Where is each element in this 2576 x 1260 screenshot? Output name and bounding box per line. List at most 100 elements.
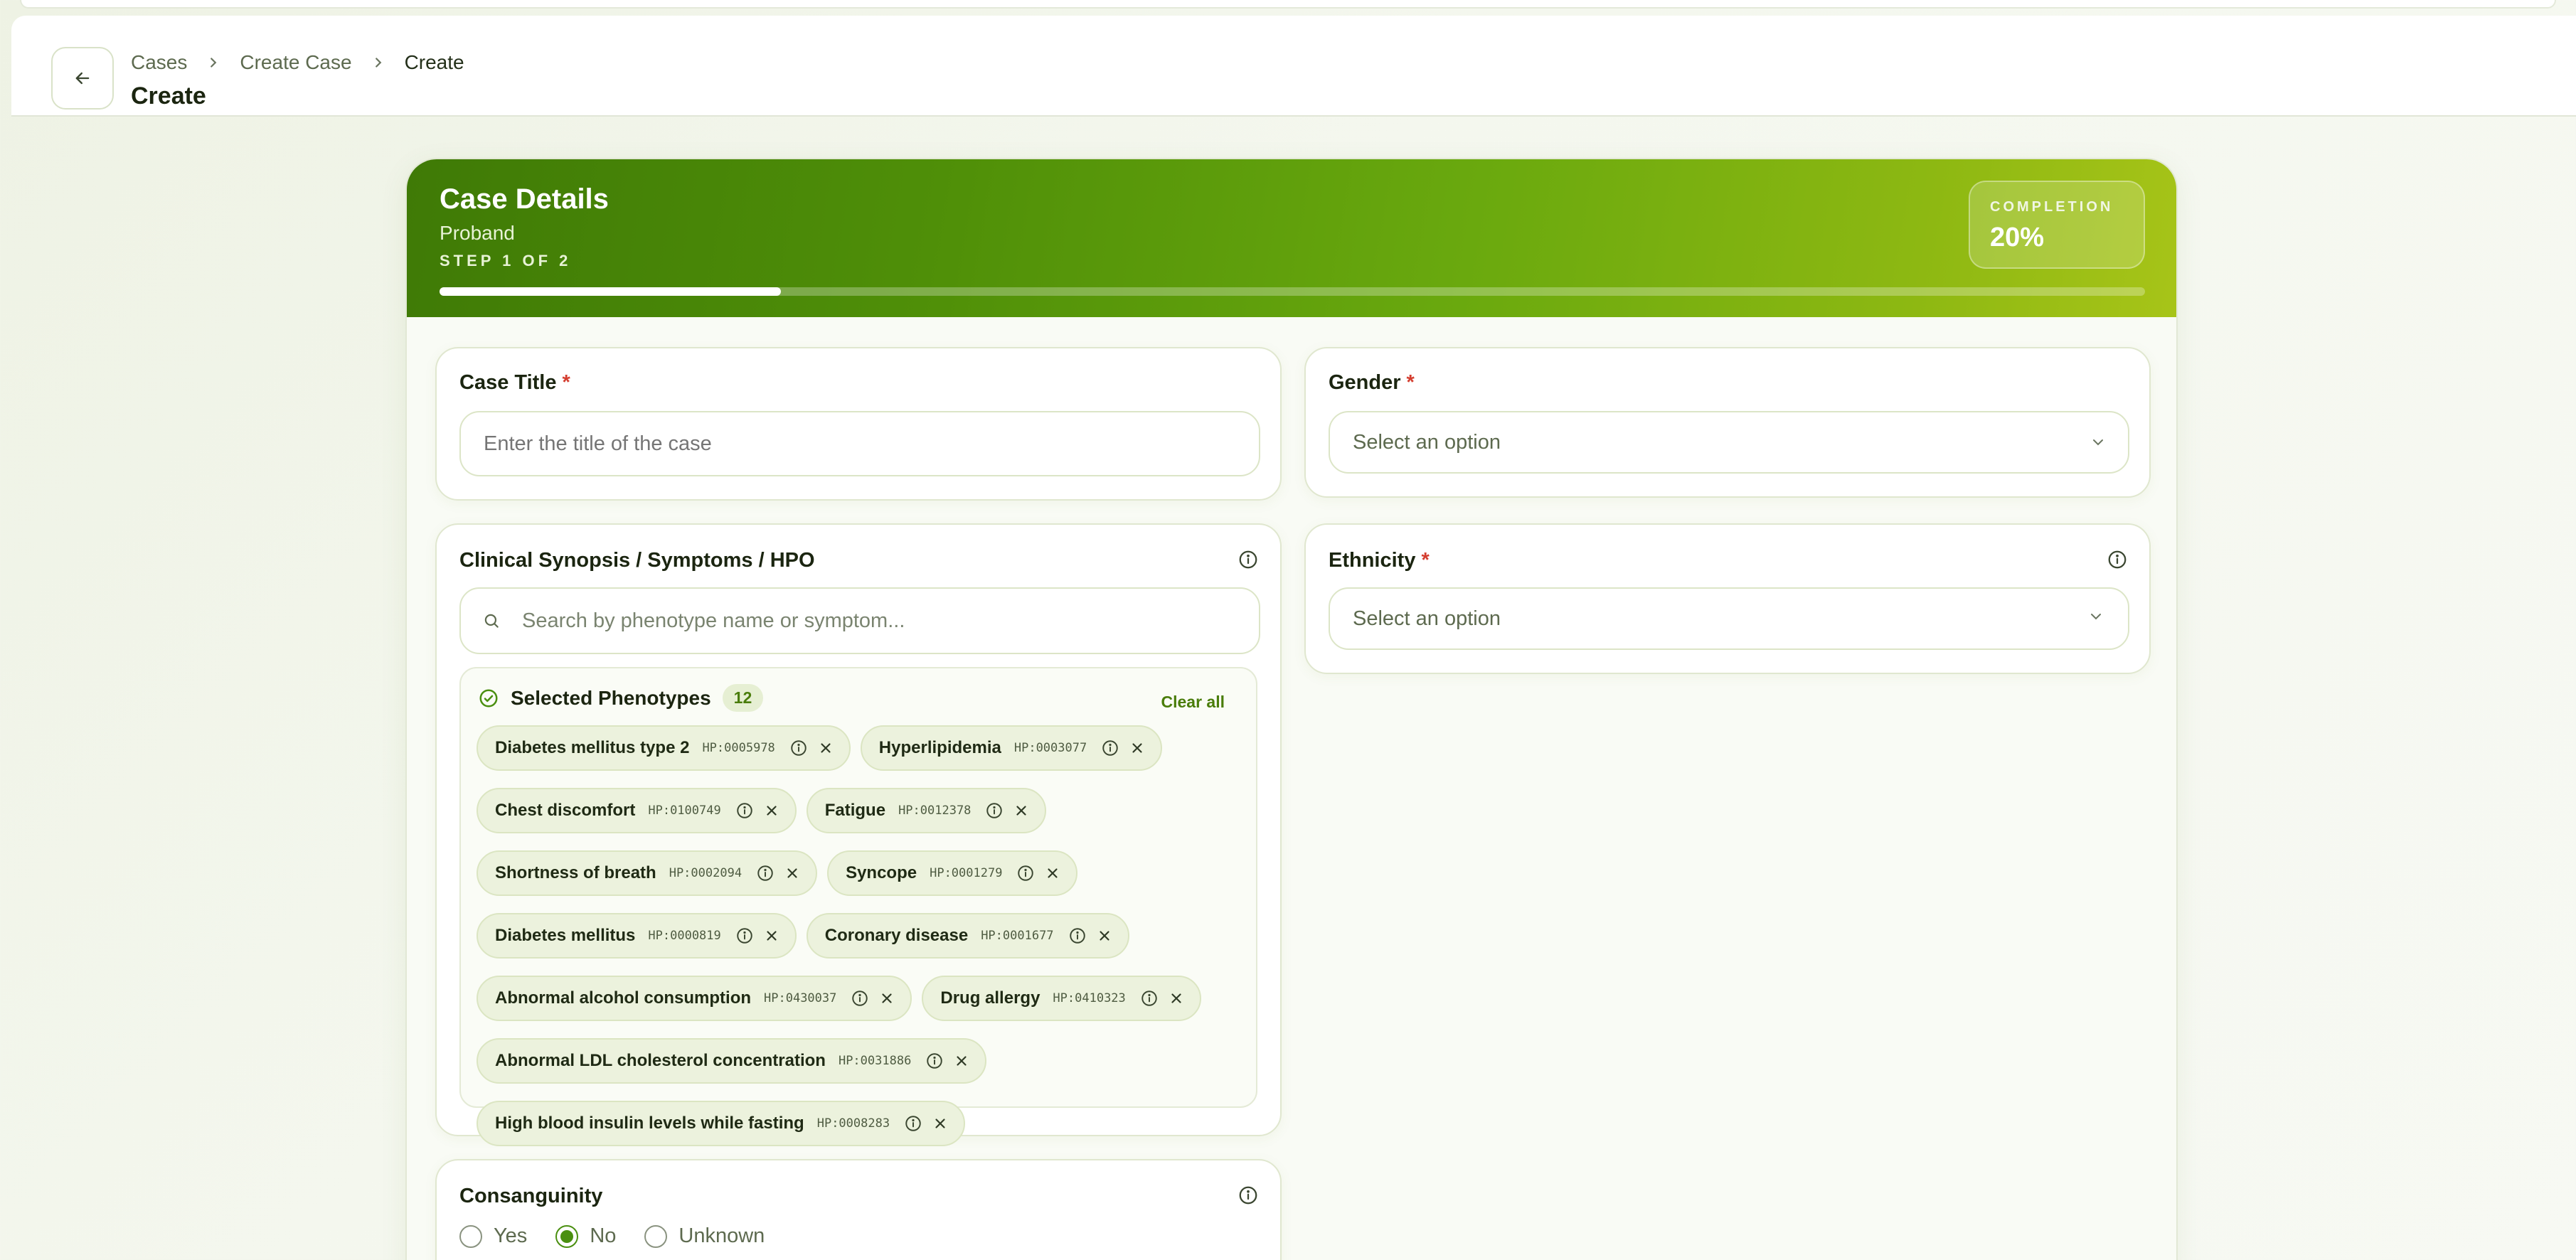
case-title-label: Case Title * <box>459 371 570 394</box>
gender-select[interactable]: Select an option <box>1329 411 2129 474</box>
close-icon[interactable] <box>1169 991 1184 1006</box>
close-icon[interactable] <box>954 1053 969 1069</box>
chevron-right-icon <box>206 55 221 70</box>
phenotype-chip: Abnormal LDL cholesterol concentration HP… <box>477 1038 987 1084</box>
radio-button[interactable] <box>644 1224 668 1248</box>
close-icon[interactable] <box>1045 865 1060 881</box>
close-icon[interactable] <box>932 1116 948 1131</box>
selected-phenotypes-count: 12 <box>722 684 764 712</box>
phenotype-chip-code: HP:0000819 <box>648 929 721 943</box>
phenotype-chip-code: HP:0008283 <box>816 1116 890 1131</box>
phenotype-chip: Syncope HP:0001279 <box>827 850 1078 896</box>
phenotype-chip: Fatigue HP:0012378 <box>806 788 1047 833</box>
phenotype-chip-name: Diabetes mellitus <box>495 926 636 945</box>
selected-phenotypes-title: Selected Phenotypes <box>511 686 711 709</box>
phenotype-chip: Hyperlipidemia HP:0003077 <box>860 725 1163 771</box>
close-icon[interactable] <box>1097 928 1112 944</box>
ethnicity-select-value: Select an option <box>1353 607 1501 630</box>
case-banner: Case Details Proband STEP 1 OF 2 COMPLET… <box>407 159 2176 317</box>
info-icon[interactable] <box>985 801 1004 820</box>
radio-option-label: Yes <box>494 1224 528 1247</box>
info-icon[interactable] <box>756 864 775 882</box>
phenotype-chip-name: Fatigue <box>824 801 886 820</box>
phenotype-chip: Abnormal alcohol consumption HP:0430037 <box>477 976 912 1021</box>
phenotype-chip-name: Abnormal alcohol consumption <box>495 988 752 1008</box>
ethnicity-panel: Ethnicity * Select an option <box>1304 523 2151 674</box>
ethnicity-select[interactable]: Select an option <box>1329 587 2129 650</box>
phenotype-chip-name: Hyperlipidemia <box>878 738 1001 757</box>
check-circle-icon <box>479 689 498 707</box>
consanguinity-panel: Consanguinity Yes No Unknown <box>435 1159 1282 1260</box>
gender-panel: Gender * Select an option <box>1304 347 2151 498</box>
phenotype-chip-code: HP:0430037 <box>764 991 837 1005</box>
breadcrumb-item-cases[interactable]: Cases <box>131 51 187 74</box>
phenotype-chip: Diabetes mellitus HP:0000819 <box>477 913 797 959</box>
info-icon[interactable] <box>904 1114 922 1133</box>
info-icon[interactable] <box>789 739 808 757</box>
progress-fill <box>440 287 781 296</box>
breadcrumb: Cases Create Case Create <box>131 50 464 75</box>
info-icon[interactable] <box>1068 927 1087 945</box>
phenotype-chip-code: HP:0001677 <box>981 929 1054 943</box>
phenotype-chip-code: HP:0001279 <box>930 866 1003 880</box>
selected-phenotypes-box: Selected Phenotypes 12 Clear all Diabete… <box>459 667 1257 1146</box>
phenotype-search-placeholder: Search by phenotype name or symptom... <box>522 609 905 632</box>
phenotype-chip: Chest discomfort HP:0100749 <box>477 788 797 833</box>
gender-label: Gender * <box>1329 371 1415 394</box>
search-icon <box>484 614 499 628</box>
phenotype-chip-name: Diabetes mellitus type 2 <box>495 738 690 757</box>
info-icon[interactable] <box>1238 1185 1259 1206</box>
breadcrumb-item-create-case[interactable]: Create Case <box>240 51 351 74</box>
phenotype-chip-name: Syncope <box>846 863 917 882</box>
banner-subtitle: Proband <box>440 222 515 244</box>
phenotype-chip-name: Chest discomfort <box>495 801 636 820</box>
phenotype-chip: Shortness of breath HP:0002094 <box>477 850 818 896</box>
close-icon[interactable] <box>764 803 779 818</box>
ethnicity-label: Ethnicity * <box>1329 549 1430 572</box>
radio-option-unknown[interactable]: Unknown <box>644 1224 765 1248</box>
info-icon[interactable] <box>851 989 869 1008</box>
chevron-down-icon <box>2091 614 2101 620</box>
phenotype-chip-name: Coronary disease <box>824 926 969 945</box>
phenotype-chip: Diabetes mellitus type 2 HP:0005978 <box>477 725 851 771</box>
info-icon[interactable] <box>1140 989 1159 1008</box>
phenotype-chip-name: Drug allergy <box>940 988 1040 1008</box>
close-icon[interactable] <box>1129 740 1145 756</box>
back-button[interactable] <box>51 47 114 110</box>
phenotype-chip-name: Shortness of breath <box>495 863 656 882</box>
close-icon[interactable] <box>784 865 800 881</box>
radio-option-yes[interactable]: Yes <box>459 1224 527 1248</box>
consanguinity-label: Consanguinity <box>459 1185 603 1207</box>
chevron-right-icon <box>371 55 386 70</box>
phenotype-chip-name: High blood insulin levels while fasting <box>495 1114 804 1133</box>
close-icon[interactable] <box>1013 803 1029 818</box>
radio-option-label: No <box>590 1224 617 1247</box>
radio-option-no[interactable]: No <box>555 1224 616 1248</box>
info-icon[interactable] <box>1101 739 1119 757</box>
radio-button[interactable] <box>555 1224 579 1248</box>
phenotype-chip: Drug allergy HP:0410323 <box>922 976 1201 1021</box>
radio-button[interactable] <box>459 1224 482 1248</box>
phenotype-search-input[interactable]: Search by phenotype name or symptom... <box>459 587 1260 654</box>
completion-badge: COMPLETION 20% <box>1969 181 2145 269</box>
close-icon[interactable] <box>818 740 834 756</box>
chevron-down-icon <box>2093 439 2103 446</box>
close-icon[interactable] <box>764 928 779 944</box>
top-strip <box>20 0 2556 9</box>
phenotype-chip-code: HP:0005978 <box>702 741 775 755</box>
clear-all-button[interactable]: Clear all <box>1161 693 1225 712</box>
arrow-left-icon <box>75 72 90 85</box>
info-icon[interactable] <box>1016 864 1035 882</box>
case-title-input[interactable] <box>459 411 1260 476</box>
info-icon[interactable] <box>925 1052 944 1070</box>
case-title-panel: Case Title * <box>435 347 1282 501</box>
info-icon[interactable] <box>735 927 754 945</box>
clinical-synopsis-label: Clinical Synopsis / Symptoms / HPO <box>459 549 815 572</box>
completion-value: 20% <box>1990 223 2045 252</box>
clinical-synopsis-panel: Clinical Synopsis / Symptoms / HPO Searc… <box>435 523 1282 1146</box>
info-icon[interactable] <box>735 801 754 820</box>
radio-selected-dot <box>560 1229 574 1243</box>
info-icon[interactable] <box>1238 549 1259 570</box>
close-icon[interactable] <box>879 991 895 1006</box>
info-icon[interactable] <box>2107 549 2128 570</box>
